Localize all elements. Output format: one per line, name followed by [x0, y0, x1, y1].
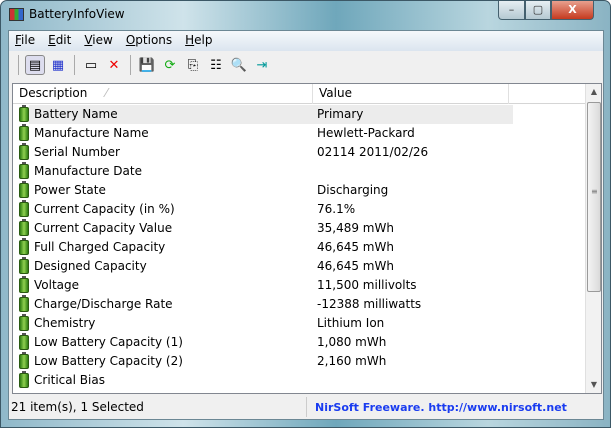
- row-description: Current Capacity Value: [34, 221, 173, 235]
- battery-icon: [19, 257, 29, 274]
- maximize-button[interactable]: ▢: [525, 1, 551, 20]
- table-row[interactable]: Low Battery Capacity (1) 1,080 mWh: [13, 333, 587, 352]
- row-description: Designed Capacity: [34, 259, 147, 273]
- table-row[interactable]: Low Battery Capacity (2) 2,160 mWh: [13, 352, 587, 371]
- client-area: File Edit View Options Help ▤ ▦ ▭ ✕ 💾 ⟳ …: [8, 30, 604, 420]
- battery-icon: [19, 314, 29, 331]
- battery-icon: [19, 371, 29, 388]
- row-description: Critical Bias: [34, 373, 105, 387]
- battery-icon: [19, 333, 29, 350]
- battery-icon: [19, 295, 29, 312]
- row-description: Manufacture Name: [34, 126, 149, 140]
- window-icon[interactable]: ▭: [81, 55, 101, 75]
- menu-options[interactable]: Options: [126, 31, 179, 51]
- app-window: BatteryInfoView – ▢ X File Edit View Opt…: [0, 0, 611, 428]
- battery-icon: [19, 200, 29, 217]
- row-description: Power State: [34, 183, 106, 197]
- menu-bar: File Edit View Options Help: [9, 31, 603, 51]
- row-value: 1,080 mWh: [317, 335, 387, 349]
- row-description: Low Battery Capacity (2): [34, 354, 183, 368]
- row-description: Manufacture Date: [34, 164, 142, 178]
- battery-icon: [19, 276, 29, 293]
- row-value: -12388 milliwatts: [317, 297, 422, 311]
- row-description: Serial Number: [34, 145, 120, 159]
- find-icon[interactable]: 🔍: [229, 55, 249, 75]
- battery-icon: [19, 124, 29, 141]
- properties-icon[interactable]: ☷: [206, 55, 226, 75]
- battery-icon: [19, 181, 29, 198]
- clipboard-report-icon[interactable]: ▦: [48, 55, 68, 75]
- row-description: Full Charged Capacity: [34, 240, 166, 254]
- table-row[interactable]: Manufacture Date: [13, 162, 587, 181]
- table-row[interactable]: Current Capacity (in %) 76.1%: [13, 200, 587, 219]
- battery-icon: [19, 238, 29, 255]
- row-value: Primary: [317, 105, 513, 124]
- delete-icon[interactable]: ✕: [104, 55, 124, 75]
- close-button[interactable]: X: [551, 1, 594, 20]
- row-value: 76.1%: [317, 202, 356, 216]
- grip-icon: ≡: [591, 187, 598, 196]
- battery-icon: [19, 143, 29, 160]
- scroll-down-arrow-icon[interactable]: ▼: [586, 377, 601, 393]
- table-row[interactable]: Battery Name Primary: [13, 105, 587, 124]
- row-value: Hewlett-Packard: [317, 126, 415, 140]
- table-row[interactable]: Charge/Discharge Rate -12388 milliwatts: [13, 295, 587, 314]
- table-row[interactable]: Full Charged Capacity 46,645 mWh: [13, 238, 587, 257]
- toolbar: ▤ ▦ ▭ ✕ 💾 ⟳ ⎘ ☷ 🔍 ⇥: [9, 52, 603, 78]
- minimize-button[interactable]: –: [498, 1, 525, 20]
- vertical-scrollbar[interactable]: ▲ ≡ ▼: [585, 84, 601, 393]
- window-title: BatteryInfoView: [29, 7, 125, 21]
- nirsoft-link[interactable]: NirSoft Freeware. http://www.nirsoft.net: [307, 401, 567, 414]
- toolbar-separator: [74, 55, 75, 75]
- table-row[interactable]: Chemistry Lithium Ion: [13, 314, 587, 333]
- scroll-up-arrow-icon[interactable]: ▲: [586, 84, 601, 100]
- column-header-value[interactable]: Value: [313, 84, 509, 104]
- battery-icon: [19, 352, 29, 369]
- row-value: 46,645 mWh: [317, 240, 394, 254]
- exit-icon[interactable]: ⇥: [252, 55, 272, 75]
- menu-view[interactable]: View: [84, 31, 119, 51]
- row-description: Chemistry: [34, 316, 96, 330]
- status-item-count: 21 item(s), 1 Selected: [9, 397, 307, 417]
- row-description: Voltage: [34, 278, 80, 292]
- toolbar-separator: [130, 55, 131, 75]
- row-description: Charge/Discharge Rate: [34, 297, 173, 311]
- row-value: 2,160 mWh: [317, 354, 387, 368]
- column-header-description[interactable]: Description ⁄: [13, 84, 313, 104]
- row-value: 35,489 mWh: [317, 221, 394, 235]
- scrollbar-thumb[interactable]: ≡: [587, 102, 601, 292]
- battery-icon: [19, 105, 29, 122]
- row-value: 46,645 mWh: [317, 259, 394, 273]
- battery-icon: [19, 219, 29, 236]
- table-row[interactable]: Serial Number 02114 2011/02/26: [13, 143, 587, 162]
- row-value: 02114 2011/02/26: [317, 145, 429, 159]
- table-row[interactable]: Power State Discharging: [13, 181, 587, 200]
- refresh-icon[interactable]: ⟳: [160, 55, 180, 75]
- column-header-empty: [509, 84, 587, 104]
- table-row[interactable]: Critical Bias: [13, 371, 587, 390]
- html-report-icon[interactable]: ▤: [25, 55, 45, 75]
- status-bar: 21 item(s), 1 Selected NirSoft Freeware.…: [9, 395, 603, 419]
- row-value: Discharging: [317, 183, 389, 197]
- battery-icon: [19, 162, 29, 179]
- toolbar-separator: [18, 55, 19, 75]
- table-row[interactable]: Manufacture Name Hewlett-Packard: [13, 124, 587, 143]
- save-icon[interactable]: 💾: [137, 55, 157, 75]
- table-row[interactable]: Voltage 11,500 millivolts: [13, 276, 587, 295]
- table-row[interactable]: Designed Capacity 46,645 mWh: [13, 257, 587, 276]
- menu-file[interactable]: File: [15, 31, 42, 51]
- battery-info-list: Description ⁄ Value Battery Name Primary Ma…: [12, 83, 602, 394]
- list-header: Description ⁄ Value: [13, 84, 587, 104]
- sort-indicator-icon: ⁄: [105, 86, 108, 100]
- menu-help[interactable]: Help: [185, 31, 219, 51]
- row-value: Lithium Ion: [317, 316, 385, 330]
- row-description: Low Battery Capacity (1): [34, 335, 183, 349]
- table-row[interactable]: Current Capacity Value 35,489 mWh: [13, 219, 587, 238]
- copy-icon[interactable]: ⎘: [183, 55, 203, 75]
- app-icon: [9, 8, 24, 21]
- row-description: Battery Name: [29, 105, 317, 124]
- menu-edit[interactable]: Edit: [48, 31, 78, 51]
- row-value: 11,500 millivolts: [317, 278, 417, 292]
- row-description: Current Capacity (in %): [34, 202, 175, 216]
